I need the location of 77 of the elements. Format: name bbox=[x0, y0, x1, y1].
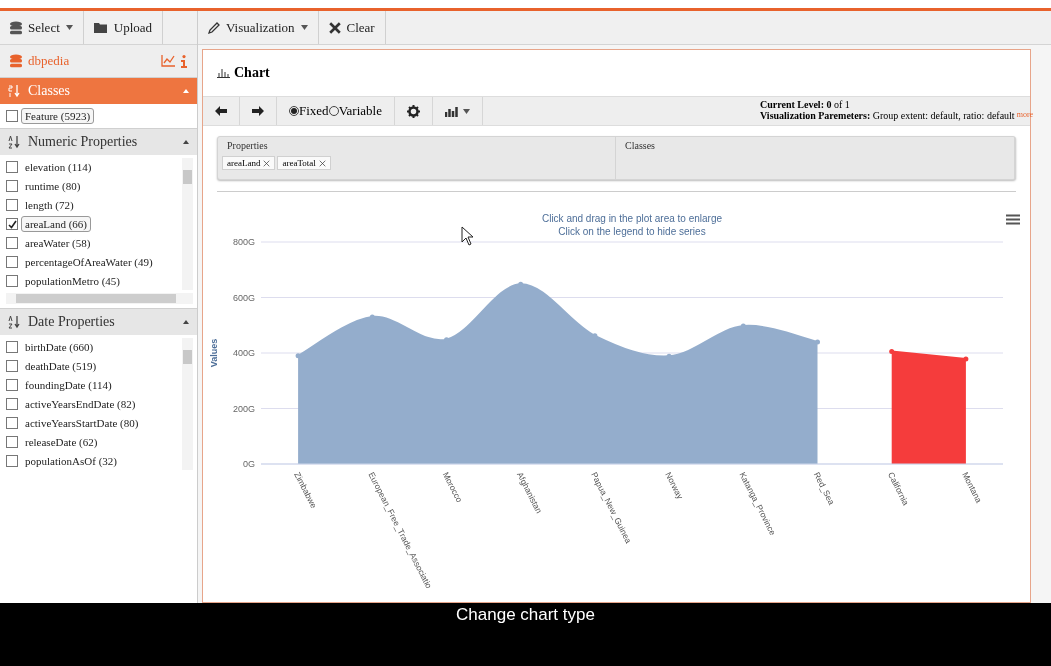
checkbox[interactable] bbox=[6, 417, 18, 429]
list-item[interactable]: length (72) bbox=[21, 197, 78, 213]
info-icon[interactable] bbox=[181, 54, 187, 68]
list-item[interactable]: areaLand (66) bbox=[21, 216, 91, 232]
close-icon[interactable] bbox=[328, 21, 341, 34]
chart-subtitle: Click on the legend to hide series bbox=[558, 226, 706, 237]
list-item[interactable]: Feature (5923) bbox=[21, 108, 95, 124]
list-item[interactable]: populationMetro (45) bbox=[21, 273, 124, 289]
close-icon[interactable] bbox=[263, 159, 271, 167]
horizontal-scrollbar[interactable] bbox=[6, 293, 193, 304]
axis-title: Values bbox=[209, 338, 219, 368]
current-level-text: Current Level: 0 of 1 bbox=[760, 99, 851, 110]
property-chip[interactable]: areaTotal bbox=[277, 156, 331, 170]
scrollbar[interactable] bbox=[182, 158, 193, 290]
close-icon[interactable] bbox=[318, 159, 326, 167]
checkbox[interactable] bbox=[6, 199, 18, 211]
checkbox[interactable] bbox=[6, 275, 18, 287]
checkbox[interactable] bbox=[6, 237, 18, 249]
caret-icon bbox=[65, 25, 73, 30]
line-chart-icon[interactable] bbox=[161, 55, 175, 67]
caret-icon bbox=[462, 108, 470, 114]
list-item[interactable]: elevation (114) bbox=[21, 159, 96, 175]
database-icon bbox=[10, 54, 22, 68]
video-caption: Change chart type bbox=[456, 605, 595, 626]
drop-zone[interactable]: Classes bbox=[616, 137, 1015, 179]
checkbox[interactable] bbox=[6, 398, 18, 410]
axis-tick-label: 800G bbox=[232, 237, 255, 247]
folder-icon bbox=[93, 22, 108, 33]
database-icon bbox=[10, 20, 22, 35]
list-item[interactable]: runtime (80) bbox=[21, 178, 85, 194]
sort-icon[interactable] bbox=[8, 135, 20, 149]
bar-chart-icon bbox=[217, 68, 230, 78]
visualization-parameters-text: Visualization Paremeters: Group extent: default, ratio: default bbox=[760, 110, 1015, 121]
list-item[interactable]: birthDate (660) bbox=[21, 339, 98, 355]
panel-title: Chart bbox=[234, 65, 270, 81]
cursor-icon bbox=[461, 226, 475, 246]
list-item[interactable]: deathDate (519) bbox=[21, 358, 101, 374]
checkbox[interactable] bbox=[6, 341, 18, 353]
checkbox[interactable] bbox=[6, 256, 18, 268]
caret-icon bbox=[300, 25, 308, 30]
list-item[interactable]: activeYearsStartDate (80) bbox=[21, 415, 143, 431]
list-item[interactable]: releaseDate (62) bbox=[21, 434, 102, 450]
axis-tick-label: 400G bbox=[232, 348, 255, 358]
checkbox[interactable] bbox=[6, 180, 18, 192]
list-item[interactable]: populationAsOf (32) bbox=[21, 453, 121, 469]
axis-tick-label: 0G bbox=[243, 459, 255, 469]
checkbox[interactable] bbox=[6, 161, 18, 173]
collapse-icon[interactable] bbox=[183, 140, 189, 144]
axis-tick-label: 200G bbox=[232, 403, 255, 414]
checkbox[interactable] bbox=[6, 379, 18, 391]
property-chip[interactable]: areaLand bbox=[222, 156, 276, 170]
radio-option[interactable]: Variable bbox=[328, 103, 382, 119]
drop-zone[interactable]: Properties areaLand areaTotal bbox=[218, 137, 616, 179]
arrow-left-icon bbox=[215, 106, 227, 116]
list-item[interactable]: foundingDate (114) bbox=[21, 377, 116, 393]
pencil-icon bbox=[208, 21, 220, 34]
checkbox[interactable] bbox=[6, 360, 18, 372]
checkbox[interactable] bbox=[6, 218, 18, 230]
checkbox[interactable] bbox=[6, 455, 18, 467]
list-item[interactable]: percentageOfAreaWater (49) bbox=[21, 254, 157, 270]
menu-icon[interactable] bbox=[1006, 214, 1020, 225]
list-item[interactable]: activeYearsEndDate (82) bbox=[21, 396, 140, 412]
collapse-icon[interactable] bbox=[183, 320, 189, 324]
radio-option[interactable]: Fixed bbox=[289, 103, 329, 119]
list-item[interactable]: areaWater (58) bbox=[21, 235, 95, 251]
section-header[interactable]: Numeric Properties bbox=[0, 128, 197, 155]
section-header[interactable]: Date Properties bbox=[0, 308, 197, 335]
checkbox[interactable] bbox=[6, 110, 18, 122]
settings-icon bbox=[406, 104, 420, 118]
scrollbar[interactable] bbox=[182, 338, 193, 470]
chart-subtitle: Click and drag in the plot area to enlarge bbox=[541, 213, 723, 224]
dataset-name: dbpedia bbox=[28, 53, 71, 69]
bar-chart-icon bbox=[444, 105, 459, 117]
checkbox[interactable] bbox=[6, 436, 18, 448]
arrow-right-icon bbox=[252, 106, 264, 116]
sort-icon[interactable] bbox=[8, 315, 20, 329]
axis-tick-label: 600G bbox=[232, 292, 255, 303]
